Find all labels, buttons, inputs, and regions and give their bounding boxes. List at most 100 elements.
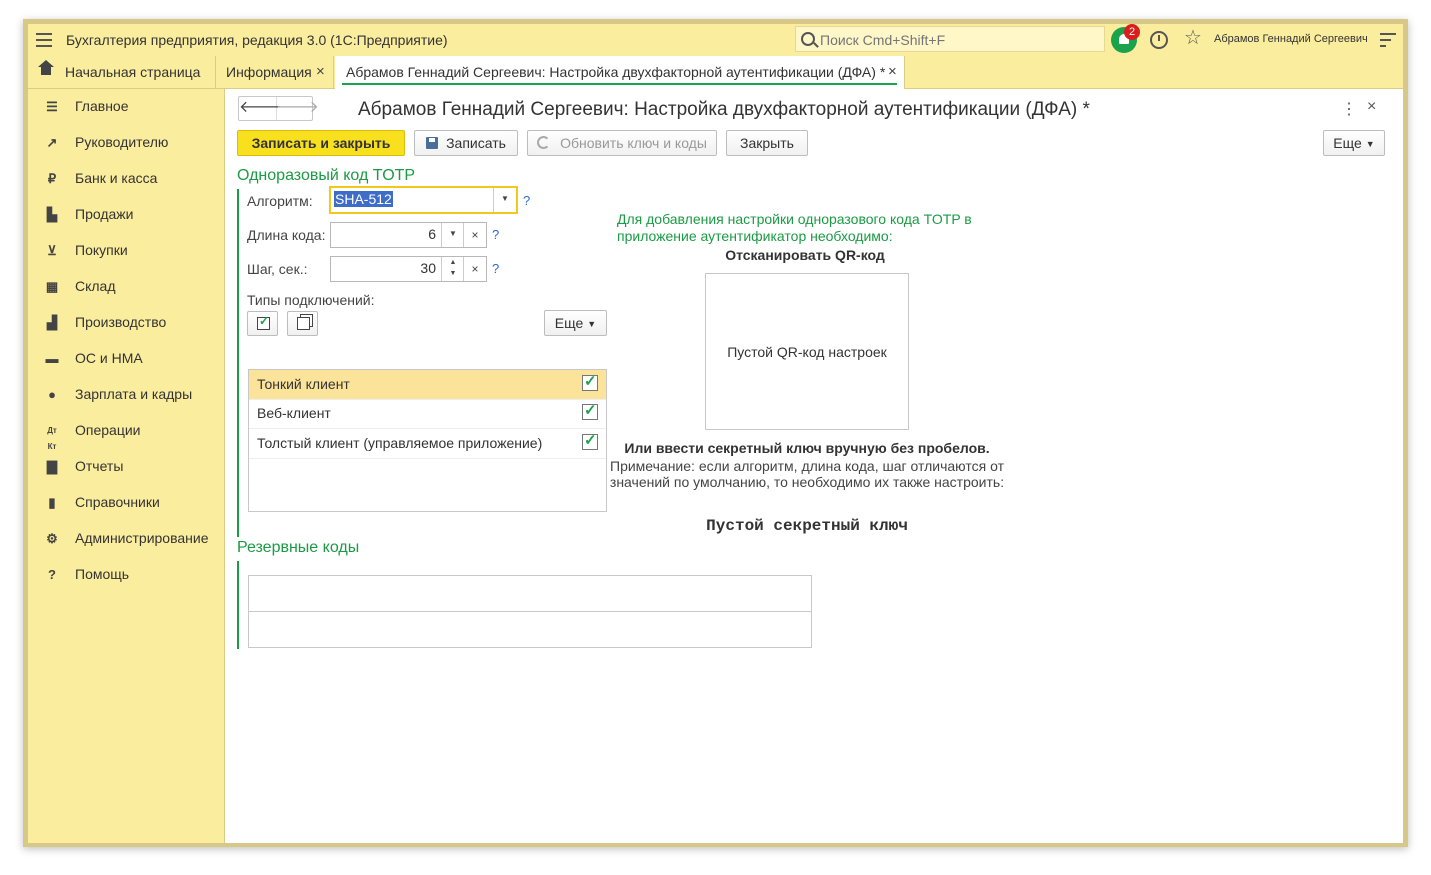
check-all-icon[interactable]	[247, 311, 278, 336]
close-button[interactable]: Закрыть	[726, 130, 808, 156]
bar-chart-icon: ▇	[47, 459, 57, 474]
back-arrow-icon[interactable]: 🡐	[239, 97, 282, 120]
search-input[interactable]	[818, 30, 1102, 50]
totp-section-title: Одноразовый код TOTP	[237, 167, 416, 184]
checkbox-checked[interactable]	[582, 401, 598, 420]
sidebar-item-reports[interactable]: ▇ Отчеты	[28, 449, 224, 485]
forward-arrow-icon[interactable]: 🡒	[276, 97, 319, 120]
list-item[interactable]: Веб-клиент	[249, 399, 606, 429]
code-length-field[interactable]: 6 ▼ ×	[330, 222, 487, 248]
settings-menu-icon[interactable]	[1380, 33, 1396, 47]
chevron-down-icon[interactable]: ▼	[441, 223, 464, 247]
books-icon: ▮	[48, 495, 56, 510]
sidebar-item-label: Главное	[75, 98, 129, 114]
stepper-arrows-icon[interactable]: ▲ ▼	[441, 257, 464, 281]
code-length-label: Длина кода:	[247, 227, 326, 243]
totp-instruction: Для добавления настройки одноразового ко…	[617, 211, 972, 244]
refresh-icon	[537, 136, 551, 149]
bag-icon: ▙	[47, 207, 57, 222]
sidebar-item-label: Производство	[75, 314, 167, 330]
global-search[interactable]	[795, 26, 1105, 52]
hamburger-menu-icon[interactable]	[36, 33, 52, 47]
table-row[interactable]	[249, 576, 811, 612]
sidebar-item-help[interactable]: ? Помощь	[28, 557, 224, 593]
tab-information[interactable]: Информация ×	[216, 56, 334, 88]
warehouse-icon: ▦	[45, 279, 59, 294]
algorithm-label: Алгоритм:	[247, 193, 313, 209]
sidebar-item-warehouse[interactable]: ▦ Склад	[28, 269, 224, 305]
search-icon	[801, 32, 815, 46]
uncheck-all-icon[interactable]	[287, 311, 318, 336]
more-button-label: Еще	[554, 315, 584, 331]
form-close-icon[interactable]: ×	[1367, 98, 1376, 116]
sidebar-item-main[interactable]: ☰ Главное	[28, 89, 224, 125]
tab-2fa-settings-label: Абрамов Геннадий Сергеевич: Настройка дв…	[346, 64, 886, 80]
table-row[interactable]	[249, 611, 811, 646]
connection-types-more-button[interactable]: Еще ▼	[544, 310, 607, 336]
reserve-section-bar	[237, 561, 239, 649]
list-item-label: Тонкий клиент	[257, 376, 350, 392]
save-button[interactable]: Записать	[414, 130, 518, 156]
tab-home[interactable]: Начальная страница	[28, 56, 216, 88]
manual-entry-title: Или ввести секретный ключ вручную без пр…	[624, 440, 990, 456]
form-title: Абрамов Геннадий Сергеевич: Настройка дв…	[358, 99, 1090, 120]
algorithm-help-icon[interactable]: ?	[523, 193, 530, 208]
dt-kt-icon: Дт Кт	[47, 426, 57, 451]
history-icon[interactable]	[1150, 31, 1168, 49]
code-length-value: 6	[428, 226, 436, 242]
form-menu-kebab-icon[interactable]: ⋮	[1341, 99, 1357, 119]
list-item-label: Веб-клиент	[257, 405, 331, 421]
sidebar-item-production[interactable]: ▟ Производство	[28, 305, 224, 341]
sidebar-item-operations[interactable]: Дт Кт Операции	[28, 413, 224, 451]
sidebar-item-fixed-assets[interactable]: ▬ ОС и НМА	[28, 341, 224, 377]
tab-home-label: Начальная страница	[65, 64, 201, 80]
sidebar-item-sales[interactable]: ▙ Продажи	[28, 197, 224, 233]
chevron-down-icon[interactable]: ▼	[493, 188, 516, 212]
sidebar-item-catalogs[interactable]: ▮ Справочники	[28, 485, 224, 521]
sidebar-item-label: Покупки	[75, 242, 128, 258]
notifications-bell-icon[interactable]: 2	[1111, 24, 1140, 53]
sidebar-item-purchases[interactable]: ⊻ Покупки	[28, 233, 224, 269]
step-stepper[interactable]: 30 ▲ ▼ ×	[330, 256, 487, 282]
list-item[interactable]: Толстый клиент (управляемое приложение)	[249, 429, 606, 459]
clear-icon[interactable]: ×	[463, 257, 486, 281]
home-icon	[38, 60, 54, 77]
sidebar-item-manager[interactable]: ↗ Руководителю	[28, 125, 224, 161]
sidebar-item-bank[interactable]: ₽ Банк и касса	[28, 161, 224, 197]
connection-types-list: Тонкий клиент Веб-клиент Толстый клиент …	[248, 369, 607, 512]
sidebar-item-label: Зарплата и кадры	[75, 386, 193, 402]
sidebar-item-payroll[interactable]: ● Зарплата и кадры	[28, 377, 224, 413]
chevron-down-icon: ▼	[1365, 139, 1375, 149]
tab-2fa-settings-close-icon[interactable]: ×	[888, 63, 897, 80]
step-help-icon[interactable]: ?	[492, 261, 499, 276]
save-and-close-button[interactable]: Записать и закрыть	[237, 130, 405, 156]
favorites-star-icon[interactable]: ☆	[1184, 28, 1202, 48]
qr-placeholder-text: Пустой QR-код настроек	[727, 344, 887, 360]
title-bar: Бухгалтерия предприятия, редакция 3.0 (1…	[28, 24, 1403, 57]
algorithm-value: SHA-512	[334, 191, 393, 207]
algorithm-select[interactable]: SHA-512 ▼	[329, 186, 518, 214]
sidebar-item-label: Банк и касса	[75, 170, 158, 186]
clear-icon[interactable]: ×	[463, 223, 486, 247]
more-button[interactable]: Еще ▼	[1323, 130, 1385, 156]
refresh-key-button[interactable]: Обновить ключ и коды	[527, 130, 717, 156]
reserve-codes-table	[248, 575, 812, 648]
tab-2fa-settings[interactable]: Абрамов Геннадий Сергеевич: Настройка дв…	[335, 56, 905, 89]
app-window: Бухгалтерия предприятия, редакция 3.0 (1…	[28, 24, 1403, 843]
code-length-help-icon[interactable]: ?	[492, 227, 499, 242]
list-item-label: Толстый клиент (управляемое приложение)	[257, 435, 543, 451]
sidebar-item-label: Склад	[75, 278, 116, 294]
ruble-icon: ₽	[47, 171, 57, 186]
sidebar-item-administration[interactable]: ⚙ Администрирование	[28, 521, 224, 557]
truck-icon: ▬	[45, 351, 59, 366]
tab-information-close-icon[interactable]: ×	[316, 63, 325, 80]
list-item[interactable]: Тонкий клиент	[249, 370, 606, 400]
factory-icon: ▟	[47, 315, 57, 330]
form-area: 🡐 🡒 Абрамов Геннадий Сергеевич: Настройк…	[225, 89, 1403, 843]
checkbox-checked[interactable]	[582, 372, 598, 391]
qr-code-box: Пустой QR-код настроек	[705, 273, 909, 430]
current-user-name[interactable]: Абрамов Геннадий Сергеевич	[1214, 33, 1368, 45]
scan-qr-title: Отсканировать QR-код	[725, 247, 885, 263]
totp-section-bar	[237, 189, 239, 537]
reserve-codes-title: Резервные коды	[237, 539, 360, 556]
